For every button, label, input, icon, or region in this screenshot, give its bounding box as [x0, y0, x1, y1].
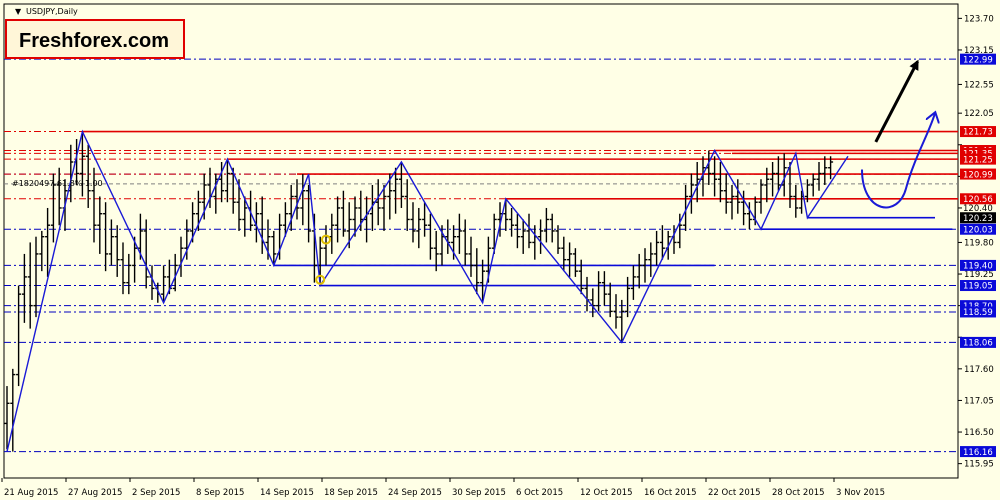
y-tick-label: 117.05: [964, 396, 994, 406]
symbol-title: USDJPY,Daily: [26, 7, 78, 16]
y-tick-label: 115.95: [964, 460, 994, 470]
price-tag-label: 121.25: [963, 155, 993, 165]
x-tick-label: 2 Sep 2015: [132, 488, 180, 498]
y-tick-label: 119.80: [964, 238, 994, 248]
price-axis: 123.70123.15122.55122.05119.80119.25117.…: [958, 14, 996, 470]
brand-label: Freshforex.com: [19, 30, 169, 52]
x-tick-label: 8 Sep 2015: [196, 488, 244, 498]
y-tick-label: 117.60: [964, 365, 994, 375]
x-tick-label: 30 Sep 2015: [452, 488, 506, 498]
chart-window: 123.70 123.15 122.55 122.05 119.80 119.25 117.…: [0, 0, 1000, 500]
price-tag-label: 118.59: [963, 308, 993, 318]
price-tag-label: 122.99: [963, 55, 993, 65]
x-tick-label: 16 Oct 2015: [644, 488, 697, 498]
x-tick-label: 18 Sep 2015: [324, 488, 378, 498]
fib-label: #1820497 61.8% 1.00: [12, 179, 103, 188]
price-chart[interactable]: 123.70123.15122.55122.05119.80119.25117.…: [0, 0, 1000, 500]
price-tag-label: 119.05: [963, 282, 993, 292]
x-tick-label: 6 Oct 2015: [516, 488, 563, 498]
price-tag-label: 118.06: [963, 339, 993, 349]
x-tick-label: 14 Sep 2015: [260, 488, 314, 498]
y-tick-label: 122.55: [964, 80, 994, 90]
x-tick-label: 27 Aug 2015: [68, 488, 122, 498]
price-tag-label: 119.40: [963, 262, 993, 272]
price-tag-label: 120.03: [963, 225, 993, 235]
price-tag-label: 121.73: [963, 128, 993, 138]
x-tick-label: 21 Aug 2015: [4, 488, 58, 498]
y-tick-label: 122.05: [964, 109, 994, 119]
chart-background: [0, 0, 1000, 500]
price-tag-label: 116.16: [963, 448, 993, 458]
y-tick-label: 116.50: [964, 428, 994, 438]
x-tick-label: 22 Oct 2015: [708, 488, 761, 498]
triangle-down-icon[interactable]: ▼: [15, 7, 22, 16]
y-tick-label: 123.70: [964, 14, 994, 24]
price-tag-label: 120.23: [963, 214, 993, 224]
x-tick-label: 28 Oct 2015: [772, 488, 825, 498]
x-tick-label: 12 Oct 2015: [580, 488, 633, 498]
x-tick-label: 24 Sep 2015: [388, 488, 442, 498]
x-tick-label: 3 Nov 2015: [836, 488, 885, 498]
price-tag-label: 120.99: [963, 170, 993, 180]
